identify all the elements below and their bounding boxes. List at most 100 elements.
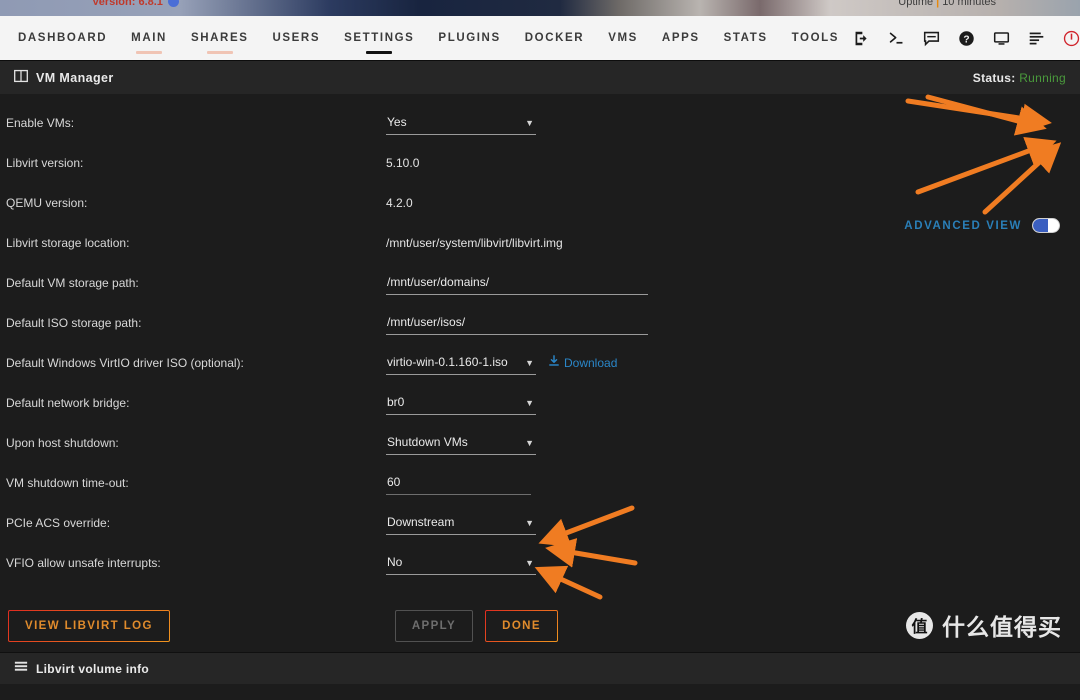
chevron-down-icon: ▼	[525, 118, 534, 128]
field-label: Default VM storage path:	[6, 276, 139, 290]
download-icon	[548, 355, 560, 370]
form-row-upon-host-shutdown: Upon host shutdown: Shutdown VMs ▼	[0, 432, 1080, 472]
nav-tab-tools[interactable]: TOOLS	[780, 16, 851, 60]
watermark-text: 什么值得买	[942, 615, 1062, 641]
field-control: Downstream ▼	[386, 512, 536, 535]
version-text: Version: 6.8.1	[92, 0, 179, 8]
done-button[interactable]: DONE	[485, 610, 558, 642]
form-row-default-vm-storage-path: Default VM storage path: /mnt/user/domai…	[0, 272, 1080, 312]
nav-tab-list: DASHBOARD MAIN SHARES USERS SETTINGS PLU…	[0, 16, 851, 60]
form-row-default-iso-storage-path: Default ISO storage path: /mnt/user/isos…	[0, 312, 1080, 352]
libvirt-volume-info-bar[interactable]: Libvirt volume info	[0, 652, 1080, 684]
field-label: QEMU version:	[6, 196, 88, 210]
vm-settings-body: ADVANCED VIEW Enable VMs: Yes ▼ Libvirt …	[0, 94, 1080, 684]
nav-tab-label: DOCKER	[524, 32, 585, 44]
nav-icon-group: ?	[851, 16, 1080, 60]
select-value: br0	[387, 395, 405, 409]
field-control: Shutdown VMs ▼	[386, 432, 536, 455]
form-row-vm-shutdown-timeout: VM shutdown time-out: 60	[0, 472, 1080, 512]
advanced-view-label[interactable]: ADVANCED VIEW	[904, 220, 1022, 232]
nav-tab-underline	[136, 51, 163, 54]
nav-tab-docker[interactable]: DOCKER	[513, 16, 596, 60]
nav-tab-underline	[541, 51, 567, 54]
nav-tab-label: USERS	[272, 32, 321, 44]
field-label: Libvirt storage location:	[6, 236, 130, 250]
select-value: Yes	[387, 115, 407, 129]
nav-tab-vms[interactable]: VMS	[596, 16, 650, 60]
nav-tab-plugins[interactable]: PLUGINS	[426, 16, 512, 60]
default-vm-storage-path-input[interactable]: /mnt/user/domains/	[386, 272, 648, 295]
form-row-enable-vms: Enable VMs: Yes ▼	[0, 112, 1080, 152]
libvirt-storage-location-value: /mnt/user/system/libvirt/libvirt.img	[386, 236, 563, 250]
nav-tab-underline	[206, 51, 233, 54]
display-icon[interactable]	[991, 28, 1011, 48]
field-label: Default network bridge:	[6, 396, 130, 410]
select-value: Shutdown VMs	[387, 435, 468, 449]
field-control: /mnt/user/domains/	[386, 272, 648, 295]
field-label: Default ISO storage path:	[6, 316, 142, 330]
columns-icon	[14, 69, 28, 86]
field-control: /mnt/user/system/libvirt/libvirt.img	[386, 232, 563, 250]
list-icon	[14, 660, 28, 677]
nav-tab-label: VMS	[608, 32, 638, 44]
nav-tab-underline	[733, 51, 759, 54]
field-label: PCIe ACS override:	[6, 516, 111, 530]
nav-tab-stats[interactable]: STATS	[712, 16, 780, 60]
nav-tab-label: APPS	[661, 32, 700, 44]
log-icon[interactable]	[1026, 28, 1046, 48]
field-control: br0 ▼	[386, 392, 536, 415]
enable-vms-select[interactable]: Yes ▼	[386, 112, 536, 135]
default-iso-storage-path-input[interactable]: /mnt/user/isos/	[386, 312, 648, 335]
help-icon[interactable]: ?	[956, 28, 976, 48]
power-icon[interactable]	[1061, 28, 1080, 48]
form-row-libvirt-storage-location: Libvirt storage location: /mnt/user/syst…	[0, 232, 1080, 272]
nav-tab-underline	[283, 51, 309, 54]
nav-tab-underline	[50, 51, 76, 54]
page-title: VM Manager	[36, 70, 114, 85]
form-row-libvirt-version: Libvirt version: 5.10.0	[0, 152, 1080, 192]
advanced-view-toggle[interactable]	[1032, 218, 1060, 233]
pcie-acs-override-select[interactable]: Downstream ▼	[386, 512, 536, 535]
advanced-view-control: ADVANCED VIEW	[904, 218, 1060, 233]
field-control: No ▼	[386, 552, 536, 575]
apply-button[interactable]: APPLY	[394, 610, 474, 642]
chevron-down-icon: ▼	[525, 558, 534, 568]
main-navbar: DASHBOARD MAIN SHARES USERS SETTINGS PLU…	[0, 16, 1080, 60]
status-value: Running	[1019, 70, 1066, 85]
vm-shutdown-timeout-input[interactable]: 60	[386, 472, 531, 495]
logout-icon[interactable]	[851, 28, 871, 48]
nav-tab-underline	[610, 51, 636, 54]
chevron-down-icon: ▼	[525, 438, 534, 448]
panel-title-bar: VM Manager Status: Running	[0, 60, 1080, 94]
page-banner: Version: 6.8.1 Uptime | 10 minutes	[0, 0, 1080, 16]
download-link[interactable]: Download	[548, 355, 617, 370]
field-label: Default Windows VirtIO driver ISO (optio…	[6, 356, 244, 370]
nav-tab-main[interactable]: MAIN	[119, 16, 179, 60]
vm-settings-form: Enable VMs: Yes ▼ Libvirt version: 5.10.…	[0, 94, 1080, 642]
nav-tab-shares[interactable]: SHARES	[179, 16, 261, 60]
chat-icon[interactable]	[921, 28, 941, 48]
nav-tab-label: DASHBOARD	[18, 32, 108, 44]
nav-tab-underline	[366, 51, 393, 54]
footer-title: Libvirt volume info	[36, 661, 150, 676]
vfio-allow-unsafe-interrupts-select[interactable]: No ▼	[386, 552, 536, 575]
nav-tab-apps[interactable]: APPS	[650, 16, 712, 60]
form-row-virtio-driver-iso: Default Windows VirtIO driver ISO (optio…	[0, 352, 1080, 392]
default-network-bridge-select[interactable]: br0 ▼	[386, 392, 536, 415]
chevron-down-icon: ▼	[525, 358, 534, 368]
field-control: 5.10.0	[386, 152, 419, 170]
select-value: Downstream	[387, 515, 455, 529]
nav-tab-label: SHARES	[190, 32, 249, 44]
field-label: Upon host shutdown:	[6, 436, 119, 450]
nav-tab-settings[interactable]: SETTINGS	[332, 16, 426, 60]
terminal-icon[interactable]	[886, 28, 906, 48]
nav-tab-label: STATS	[723, 32, 768, 44]
nav-tab-users[interactable]: USERS	[260, 16, 332, 60]
view-libvirt-log-button[interactable]: VIEW LIBVIRT LOG	[8, 610, 170, 642]
nav-tab-label: SETTINGS	[344, 32, 415, 44]
field-control: 4.2.0	[386, 192, 413, 210]
nav-tab-dashboard[interactable]: DASHBOARD	[6, 16, 119, 60]
upon-host-shutdown-select[interactable]: Shutdown VMs ▼	[386, 432, 536, 455]
virtio-driver-iso-select[interactable]: virtio-win-0.1.160-1.iso ▼	[386, 352, 536, 375]
field-control: 60	[386, 472, 531, 495]
